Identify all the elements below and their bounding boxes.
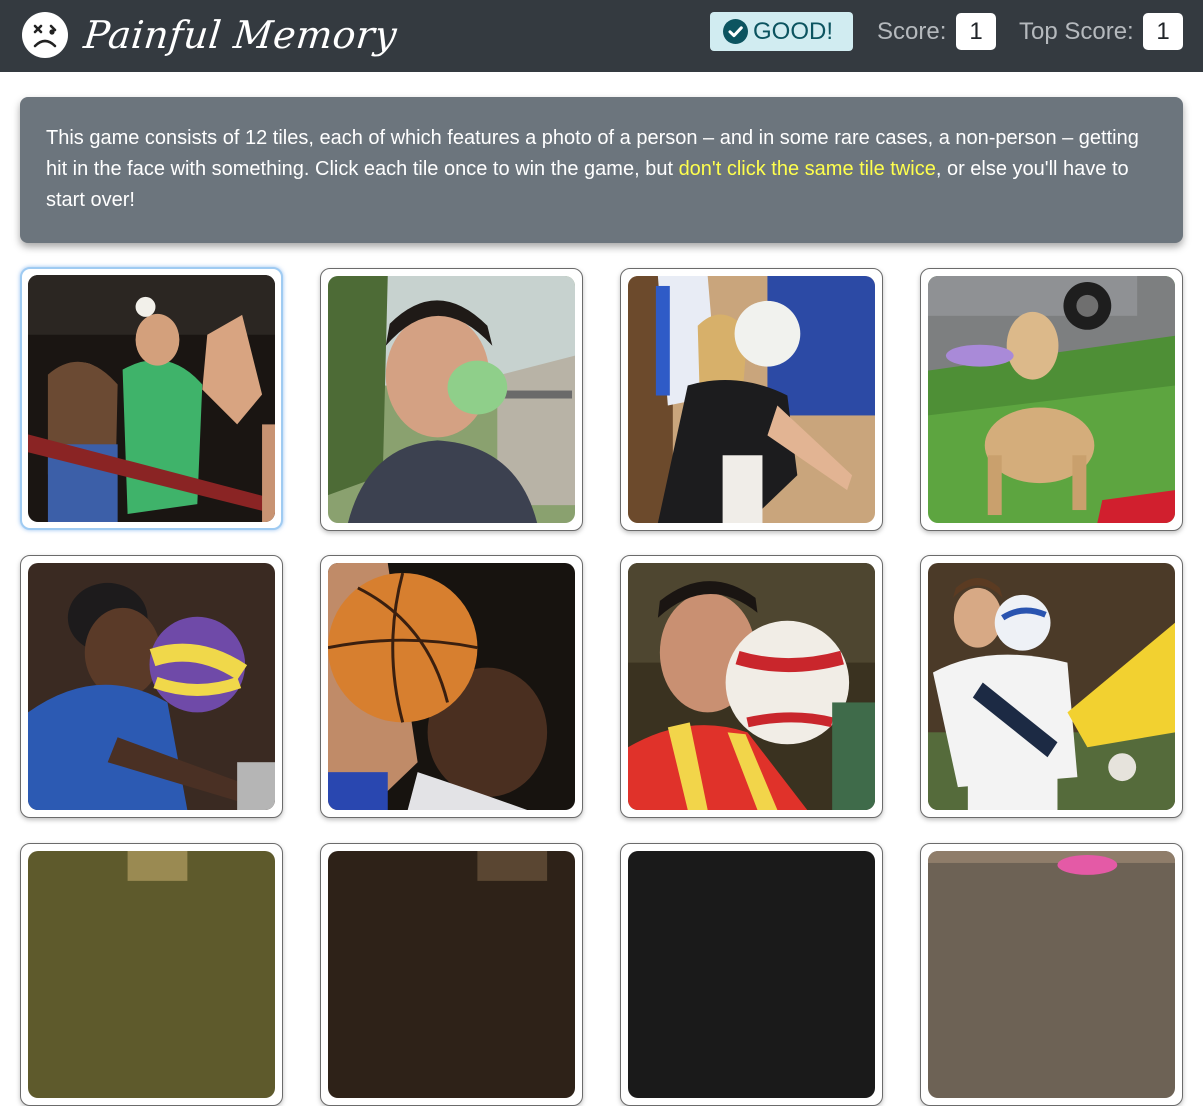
tile-11[interactable] [620, 843, 883, 1106]
tile-1[interactable] [20, 267, 283, 530]
tile-12[interactable] [920, 843, 1183, 1106]
score-label: Score: [877, 18, 947, 45]
top-score-label: Top Score: [1019, 18, 1134, 45]
tile-4[interactable] [920, 268, 1183, 531]
tile-3[interactable] [620, 268, 883, 531]
brand[interactable]: Painful Memory [22, 9, 400, 61]
navbar: Painful Memory GOOD! Score: 1 Top Score:… [0, 0, 1203, 72]
tile-photo [928, 563, 1175, 810]
tile-photo [928, 276, 1175, 523]
tile-photo [328, 851, 575, 1098]
check-circle-icon [723, 19, 748, 44]
tile-photo [28, 275, 275, 522]
tile-5[interactable] [20, 555, 283, 818]
brand-name: Painful Memory [81, 13, 400, 57]
sad-face-icon [22, 12, 68, 58]
tile-photo [328, 563, 575, 810]
top-score-value: 1 [1143, 13, 1183, 50]
tile-2[interactable] [320, 268, 583, 531]
status-badge: GOOD! [710, 12, 853, 51]
score-value: 1 [956, 13, 996, 50]
tile-7[interactable] [620, 555, 883, 818]
tile-photo [28, 563, 275, 810]
status-text: GOOD! [753, 17, 834, 45]
tile-photo [928, 851, 1175, 1098]
tile-photo [328, 276, 575, 523]
tile-6[interactable] [320, 555, 583, 818]
tile-photo [628, 276, 875, 523]
tile-photo [628, 851, 875, 1098]
tile-photo [628, 563, 875, 810]
tile-photo [28, 851, 275, 1098]
tile-8[interactable] [920, 555, 1183, 818]
tile-9[interactable] [20, 843, 283, 1106]
instructions-panel: This game consists of 12 tiles, each of … [20, 97, 1183, 243]
tile-10[interactable] [320, 843, 583, 1106]
instructions-warning: don't click the same tile twice [678, 158, 936, 180]
